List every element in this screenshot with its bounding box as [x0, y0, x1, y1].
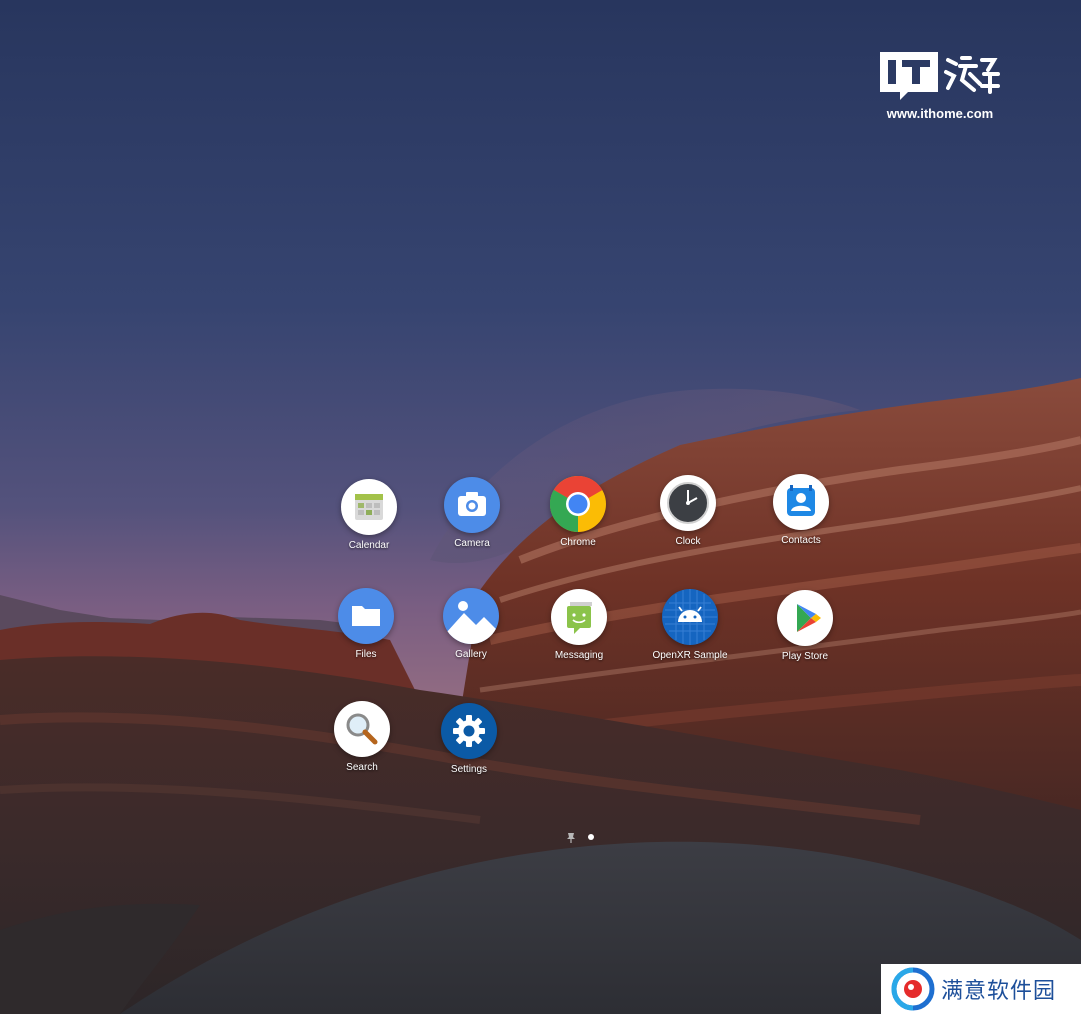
app-contacts[interactable]: Contacts: [746, 473, 856, 546]
ithome-logo-icon: [880, 52, 1000, 100]
camera-icon: [444, 477, 500, 533]
app-search[interactable]: Search: [307, 700, 417, 773]
clock-icon: [660, 475, 716, 531]
chrome-icon: [549, 476, 606, 532]
app-files[interactable]: Files: [311, 587, 421, 660]
play-store-icon: [777, 590, 833, 646]
app-calendar[interactable]: Calendar: [314, 478, 424, 551]
app-label-messaging: Messaging: [554, 650, 604, 661]
android-robot-icon: [662, 589, 718, 645]
app-label-camera: Camera: [454, 538, 490, 549]
app-label-openxr-sample: OpenXR Sample: [652, 650, 728, 661]
app-label-chrome: Chrome: [560, 537, 596, 548]
app-camera[interactable]: Camera: [417, 476, 527, 549]
folder-icon: [338, 588, 394, 644]
magnifier-icon: [334, 701, 390, 757]
ithome-url-text: www.ithome.com: [886, 106, 994, 121]
app-label-search: Search: [346, 762, 378, 773]
page-dot-active[interactable]: [588, 834, 594, 840]
page-indicator[interactable]: [563, 830, 599, 844]
app-gallery[interactable]: Gallery: [416, 587, 526, 660]
app-label-play-store: Play Store: [781, 651, 829, 662]
calendar-icon: [341, 479, 397, 535]
watermark-badge: 满意软件园: [881, 964, 1081, 1014]
messaging-icon: [551, 589, 607, 645]
app-label-contacts: Contacts: [781, 535, 821, 546]
app-clock[interactable]: Clock: [633, 474, 743, 547]
app-label-gallery: Gallery: [455, 649, 487, 660]
app-chrome[interactable]: Chrome: [523, 475, 633, 548]
app-label-files: Files: [355, 649, 377, 660]
app-messaging[interactable]: Messaging: [524, 588, 634, 661]
gear-icon: [441, 703, 497, 759]
app-label-settings: Settings: [450, 764, 488, 775]
app-label-calendar: Calendar: [348, 540, 390, 551]
watermark-badge-text: 满意软件园: [941, 979, 1057, 1004]
app-label-clock: Clock: [675, 536, 701, 547]
app-settings[interactable]: Settings: [414, 702, 524, 775]
app-openxr-sample[interactable]: OpenXR Sample: [635, 588, 745, 661]
gallery-icon: [443, 588, 499, 644]
contacts-icon: [773, 474, 829, 530]
pin-icon: [567, 833, 575, 843]
app-play-store[interactable]: Play Store: [750, 589, 860, 662]
mysoft-logo-icon: [891, 967, 935, 1011]
